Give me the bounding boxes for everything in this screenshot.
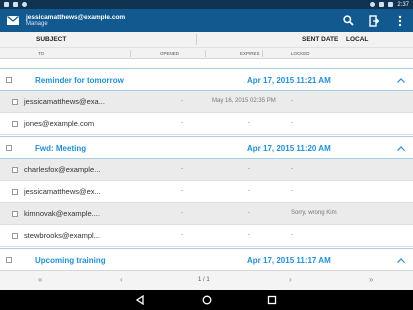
account-email: jessicamatthews@example.com — [26, 13, 126, 21]
home-button[interactable] — [201, 294, 213, 306]
message-sent-date: Apr 17, 2015 11:21 AM — [247, 76, 331, 85]
next-page-button[interactable]: › — [289, 276, 292, 284]
chevron-up-icon[interactable] — [396, 76, 406, 86]
status-notifications — [4, 2, 27, 7]
opened-value: - — [181, 98, 183, 104]
expires-column-header: EXPIRES — [240, 51, 260, 56]
more-vertical-icon — [398, 15, 402, 26]
recents-square-icon — [267, 295, 277, 305]
recipient-address: kimnovak@example.... — [24, 209, 100, 218]
sort-sent-date-header[interactable]: SENT DATE — [302, 36, 338, 43]
recipient-address: jessicamatthews@ex... — [24, 187, 101, 196]
battery-icon — [388, 2, 394, 7]
message-subject: Fwd: Meeting — [35, 144, 87, 153]
expires-value: - — [248, 120, 250, 126]
recipient-row[interactable]: jessicamatthews@exa... - May 16, 2015 02… — [0, 91, 413, 113]
recipient-row[interactable]: kimnovak@example.... - - Sorry, wrong Ki… — [0, 203, 413, 225]
message-group[interactable]: Reminder for tomorrow Apr 17, 2015 11:21… — [0, 68, 413, 91]
location-icon — [370, 2, 376, 7]
locked-value: - — [291, 98, 293, 104]
export-button[interactable] — [361, 9, 387, 32]
locked-value: - — [291, 188, 293, 194]
opened-value: - — [181, 120, 183, 126]
sync-notification-icon — [22, 2, 27, 7]
recents-button[interactable] — [266, 294, 278, 306]
opened-column-header: OPENED — [160, 51, 180, 56]
group-checkbox[interactable] — [6, 77, 12, 83]
opened-value: - — [181, 166, 183, 172]
pagination-bar: « ‹ 1 / 1 › » — [0, 270, 413, 290]
locked-column-header: LOCKED — [291, 51, 310, 56]
locked-value: Sorry, wrong Kim — [291, 210, 337, 216]
screenshot-notification-icon — [4, 2, 9, 7]
home-circle-icon — [202, 295, 212, 305]
chevron-up-icon[interactable] — [396, 144, 406, 154]
status-indicators: 2:37 — [370, 2, 409, 8]
recipient-row[interactable]: jones@example.com - - - — [0, 113, 413, 135]
locked-value: - — [291, 166, 293, 172]
recipient-checkbox[interactable] — [12, 121, 18, 127]
message-sent-date: Apr 17, 2015 11:20 AM — [247, 144, 331, 153]
message-group[interactable]: Upcoming training Apr 17, 2015 11:17 AM — [0, 248, 413, 270]
recipient-checkbox[interactable] — [12, 189, 18, 195]
account-switcher[interactable]: jessicamatthews@example.com Manage — [26, 14, 125, 28]
recipient-address: stewbrooks@exampl... — [24, 231, 100, 240]
tracked-messages-list[interactable]: Reminder for tomorrow Apr 17, 2015 11:21… — [0, 59, 413, 270]
account-manage-label: Manage — [26, 20, 48, 27]
sort-subject-header[interactable]: SUBJECT — [36, 36, 66, 43]
recipient-row[interactable]: jessicamatthews@ex... - - - — [0, 181, 413, 203]
first-page-button[interactable]: « — [38, 276, 42, 284]
message-subject: Upcoming training — [35, 256, 106, 265]
page-indicator: 1 / 1 — [198, 277, 210, 283]
message-group[interactable]: Fwd: Meeting Apr 17, 2015 11:20 AM — [0, 136, 413, 159]
search-button[interactable] — [335, 9, 361, 32]
last-page-button[interactable]: » — [369, 276, 373, 284]
expires-value: - — [248, 210, 250, 216]
recipient-row[interactable]: charlesfox@example... - - - — [0, 159, 413, 181]
search-icon — [342, 15, 354, 26]
recipient-checkbox[interactable] — [12, 99, 18, 105]
recipient-row[interactable]: stewbrooks@exampl... - - - — [0, 225, 413, 247]
group-checkbox[interactable] — [6, 145, 12, 151]
recipient-address: charlesfox@example... — [24, 165, 101, 174]
chevron-up-icon[interactable] — [396, 256, 406, 266]
expires-value: - — [248, 188, 250, 194]
export-icon — [369, 14, 379, 27]
wifi-icon — [379, 2, 385, 7]
expires-value: May 16, 2015 02:35 PM — [212, 98, 276, 104]
system-navigation-bar — [0, 290, 413, 310]
opened-value: - — [181, 188, 183, 194]
status-time: 2:37 — [397, 1, 409, 8]
recipient-address: jones@example.com — [24, 119, 95, 128]
opened-value: - — [181, 210, 183, 216]
app-bar: jessicamatthews@example.com Manage — [0, 9, 413, 32]
recipient-checkbox[interactable] — [12, 233, 18, 239]
mail-logo-icon — [0, 9, 26, 32]
system-status-bar: 2:37 — [0, 0, 413, 9]
image-notification-icon — [13, 2, 18, 7]
group-checkbox[interactable] — [6, 257, 12, 263]
recipient-checkbox[interactable] — [12, 211, 18, 217]
message-subject: Reminder for tomorrow — [35, 76, 124, 85]
expires-value: - — [248, 166, 250, 172]
back-button[interactable] — [134, 294, 146, 306]
to-column-header: TO — [38, 51, 45, 56]
message-sent-date: Apr 17, 2015 11:17 AM — [247, 256, 331, 265]
expires-value: - — [248, 232, 250, 238]
locked-value: - — [291, 232, 293, 238]
opened-value: - — [181, 232, 183, 238]
back-triangle-icon — [135, 295, 144, 305]
locked-value: - — [291, 120, 293, 126]
previous-page-button[interactable]: ‹ — [120, 276, 123, 284]
recipient-address: jessicamatthews@exa... — [24, 97, 105, 106]
column-header: SUBJECT SENT DATE LOCAL TO OPENED EXPIRE… — [0, 32, 413, 59]
recipient-checkbox[interactable] — [12, 167, 18, 173]
local-time-toggle[interactable]: LOCAL — [346, 36, 368, 43]
overflow-menu-button[interactable] — [387, 9, 413, 32]
